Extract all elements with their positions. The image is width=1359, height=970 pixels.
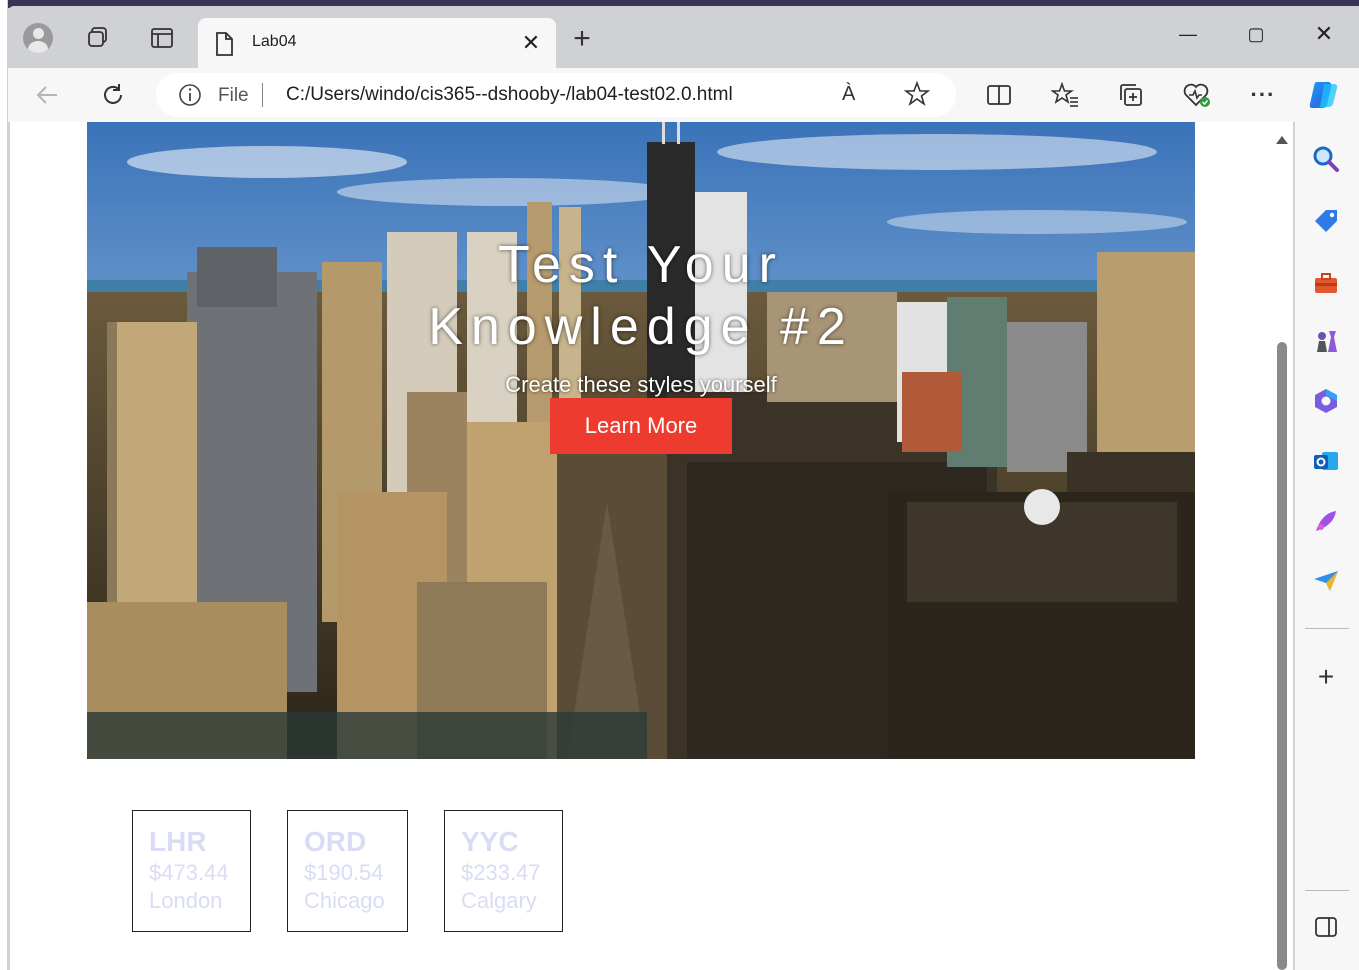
collections-button[interactable] [1114, 78, 1148, 112]
hero-subtitle: Create these styles yourself [505, 372, 777, 397]
vertical-scrollbar[interactable] [1275, 130, 1289, 970]
page-viewport: Test Your Knowledge #2 Create these styl… [10, 122, 1293, 970]
back-icon [36, 86, 57, 104]
edge-sidebar: + [1295, 122, 1359, 970]
browser-essentials-button[interactable] [1180, 78, 1214, 112]
tab-actions-icon [88, 27, 107, 47]
maximize-button[interactable]: ▢ [1226, 14, 1286, 54]
hero-title-line-1: Test Your [498, 236, 784, 294]
read-aloud-icon[interactable]: À [842, 83, 855, 106]
vertical-tabs-button[interactable] [144, 20, 180, 56]
back-button[interactable] [28, 76, 66, 114]
city-name: Calgary [461, 888, 537, 913]
scroll-up-arrow-icon[interactable] [1276, 136, 1288, 144]
copilot-button[interactable] [1306, 78, 1340, 112]
scrollbar-thumb[interactable] [1277, 342, 1287, 970]
sidebar-games-button[interactable] [1311, 326, 1341, 356]
sidebar-m365-button[interactable] [1311, 386, 1341, 416]
send-icon [1314, 571, 1338, 591]
hero-title: Test Your Knowledge #2 [87, 234, 1195, 358]
sidebar-toggle-button[interactable] [1311, 912, 1341, 942]
sidebar-divider [1305, 628, 1349, 629]
city-name: Chicago [304, 888, 385, 913]
address-bar[interactable]: File C:/Users/windo/cis365--dshooby-/lab… [156, 73, 956, 117]
reload-button[interactable] [94, 76, 132, 114]
sidebar-add-button[interactable]: + [1311, 661, 1341, 692]
address-separator [262, 83, 263, 107]
collections-icon [1120, 84, 1142, 106]
tab-strip: Lab04 ✕ + — ▢ ✕ [8, 6, 1359, 68]
favorites-button[interactable] [1048, 78, 1082, 112]
learn-more-button[interactable]: Learn More [550, 398, 732, 454]
reload-icon [104, 84, 122, 104]
fare-price: $233.47 [461, 860, 541, 885]
tab-actions-button[interactable] [80, 20, 116, 56]
minimize-button[interactable]: — [1158, 14, 1218, 54]
fare-card[interactable]: ORD $190.54 Chicago [287, 810, 408, 932]
games-icon [1317, 331, 1337, 352]
background-window-edge [0, 0, 8, 970]
microsoft-365-icon [1315, 389, 1337, 413]
fare-price: $473.44 [149, 860, 229, 885]
airport-code: LHR [149, 826, 207, 857]
more-button[interactable]: ··· [1246, 78, 1280, 112]
tab-close-icon[interactable]: ✕ [518, 30, 544, 56]
copilot-icon [1309, 82, 1338, 108]
sidebar-tools-button[interactable] [1311, 268, 1341, 298]
sidebar-divider [1305, 890, 1349, 891]
tab-lab04[interactable]: Lab04 ✕ [198, 18, 556, 68]
profile-button[interactable] [20, 20, 56, 56]
close-window-button[interactable]: ✕ [1294, 14, 1354, 54]
designer-icon [1316, 511, 1336, 531]
shopping-tag-icon [1315, 210, 1337, 232]
outlook-icon [1314, 452, 1338, 470]
new-tab-button[interactable]: + [566, 24, 598, 56]
scheme-label: File [218, 85, 249, 106]
split-screen-icon [987, 85, 1011, 105]
sidebar-panel-icon [1315, 917, 1337, 937]
sidebar-send-button[interactable] [1311, 566, 1341, 596]
avatar [23, 23, 53, 53]
tools-icon [1315, 273, 1337, 293]
hero-banner: Test Your Knowledge #2 Create these styl… [87, 122, 1195, 759]
favorite-star-icon[interactable] [904, 81, 930, 107]
favorites-icon [1051, 82, 1078, 107]
search-icon [1313, 146, 1339, 172]
info-icon[interactable] [178, 83, 202, 107]
airport-code: ORD [304, 826, 367, 857]
airport-code: YYC [461, 826, 519, 857]
browser-window: Lab04 ✕ + — ▢ ✕ File C:/Users/windo/cis3… [8, 6, 1359, 970]
url-text[interactable]: C:/Users/windo/cis365--dshooby-/lab04-te… [286, 84, 733, 106]
address-toolbar: File C:/Users/windo/cis365--dshooby-/lab… [8, 68, 1359, 122]
sidebar-shopping-button[interactable] [1311, 206, 1341, 236]
sidebar-outlook-button[interactable] [1311, 446, 1341, 476]
split-screen-button[interactable] [982, 78, 1016, 112]
sidebar-designer-button[interactable] [1311, 506, 1341, 536]
fare-card[interactable]: LHR $473.44 London [132, 810, 251, 932]
document-icon [216, 32, 233, 56]
tab-title: Lab04 [252, 33, 297, 50]
sidebar-search-button[interactable] [1311, 144, 1341, 174]
fare-card[interactable]: YYC $233.47 Calgary [444, 810, 563, 932]
city-name: London [149, 888, 223, 913]
fare-price: $190.54 [304, 860, 384, 885]
vertical-tabs-icon [151, 28, 173, 48]
hero-title-line-2: Knowledge #2 [428, 298, 854, 356]
browser-essentials-icon [1183, 83, 1210, 107]
